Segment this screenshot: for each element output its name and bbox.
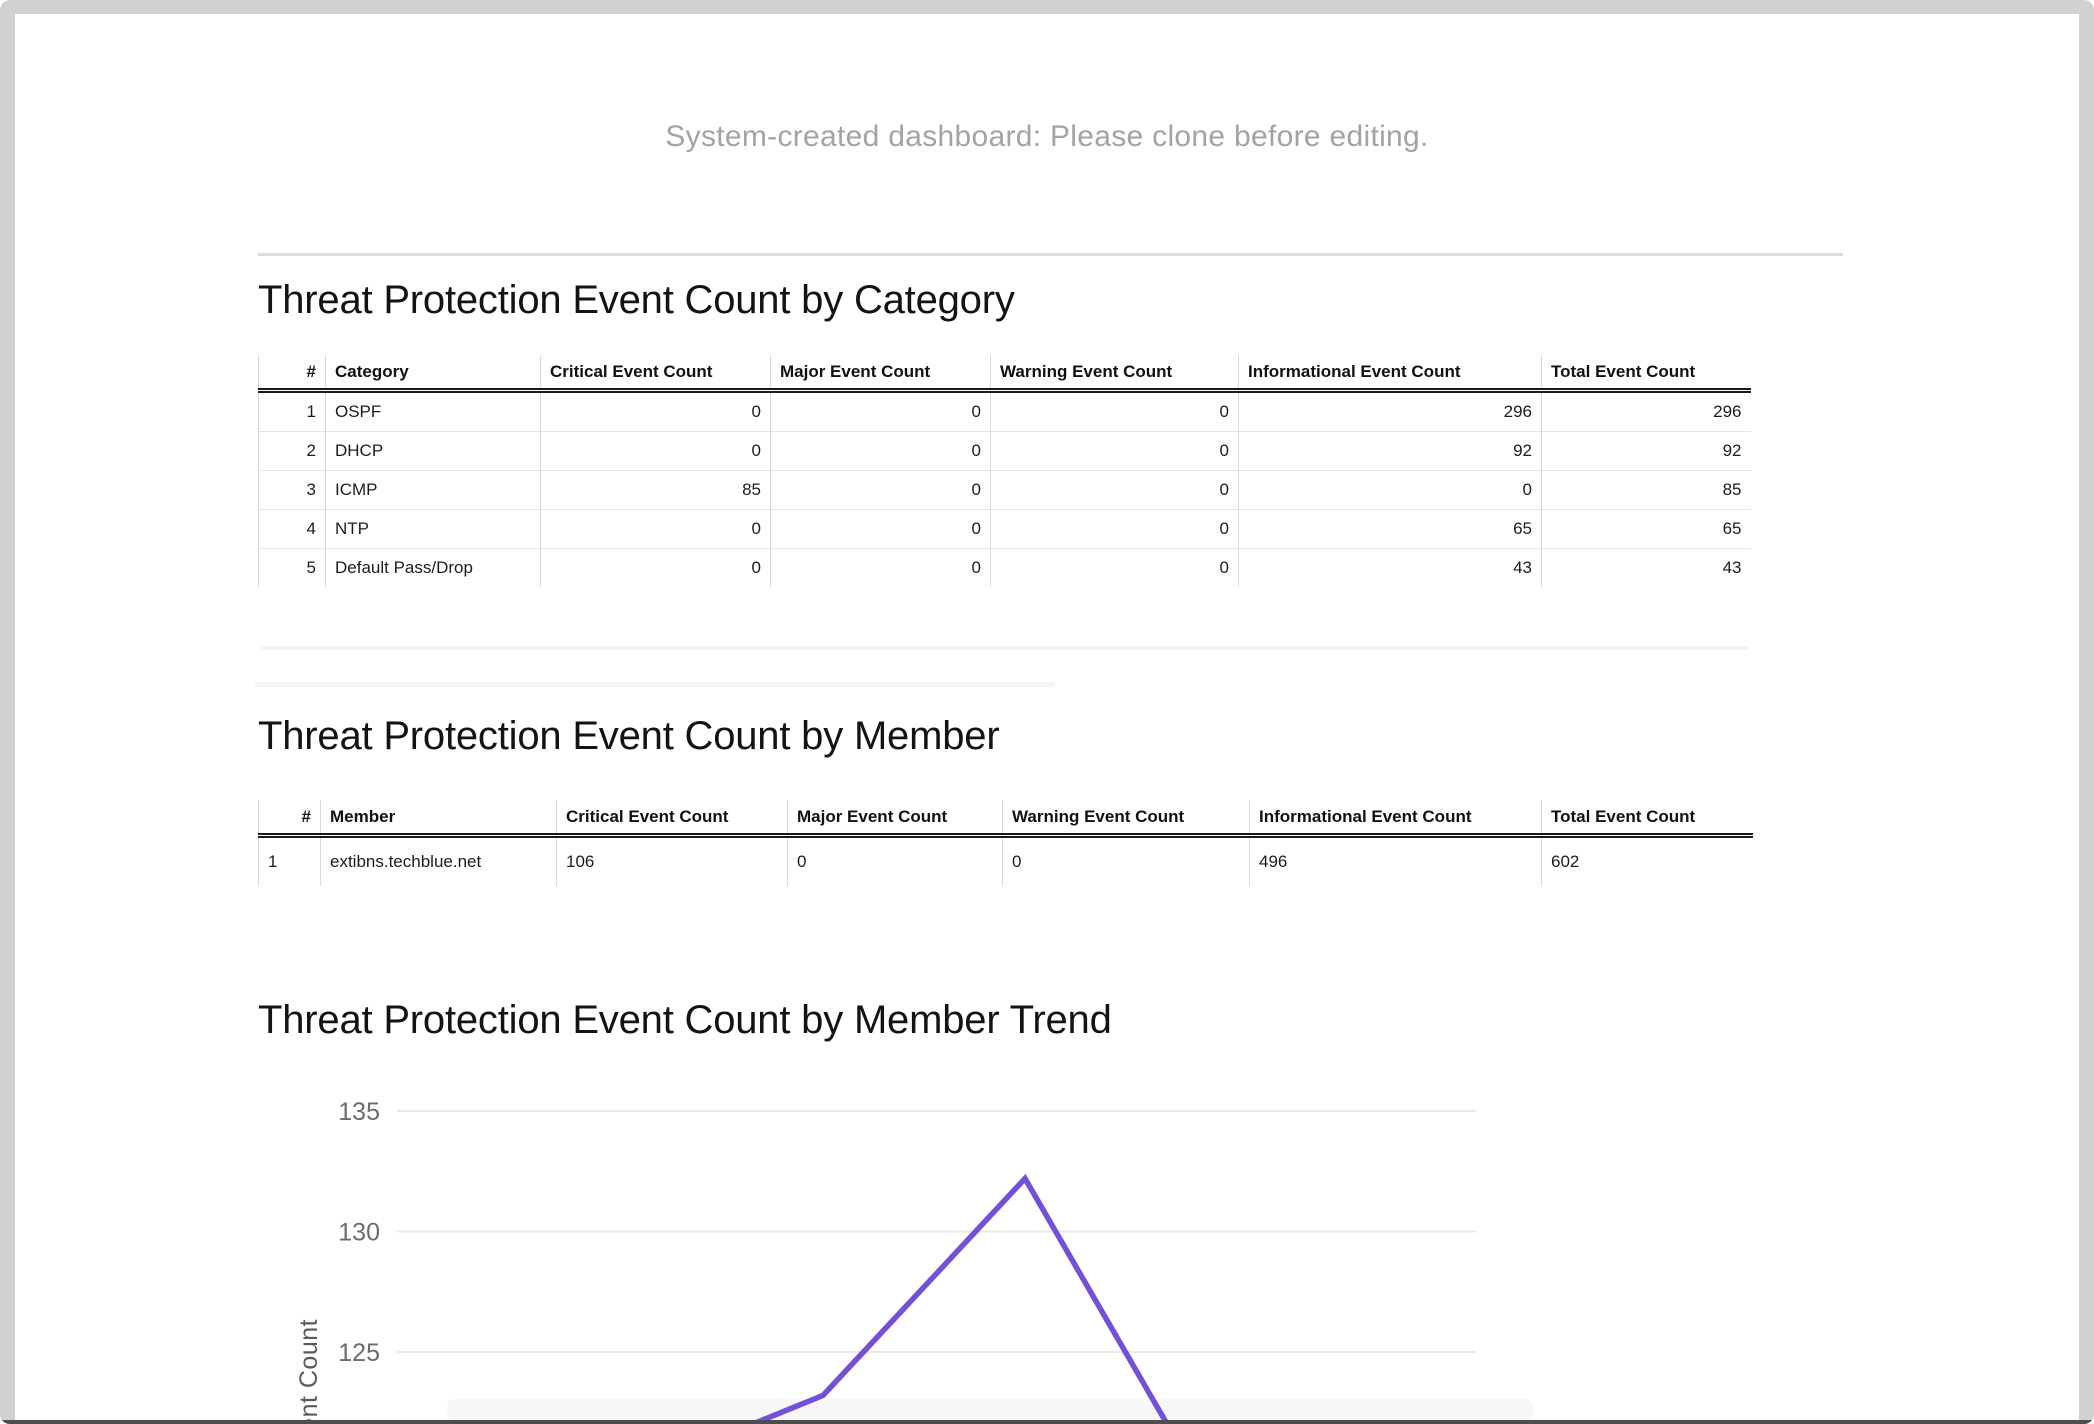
column-header: Member bbox=[321, 800, 557, 836]
table-cell: 92 bbox=[1542, 432, 1751, 471]
table-cell: 0 bbox=[771, 391, 991, 432]
table-cell: 43 bbox=[1542, 549, 1751, 588]
table-cell: 0 bbox=[541, 432, 771, 471]
column-header: Warning Event Count bbox=[1003, 800, 1250, 836]
table-cell: 0 bbox=[771, 549, 991, 588]
table-cell: 0 bbox=[991, 471, 1239, 510]
table-cell: 106 bbox=[557, 836, 788, 887]
table-cell: 0 bbox=[541, 391, 771, 432]
table-row: 1extibns.techblue.net10600496602 bbox=[259, 836, 1753, 887]
y-axis-label: Event Count bbox=[295, 1319, 323, 1424]
member-header-row: #MemberCritical Event CountMajor Event C… bbox=[259, 800, 1753, 836]
column-header: Informational Event Count bbox=[1250, 800, 1542, 836]
system-banner: System-created dashboard: Please clone b… bbox=[0, 120, 2094, 154]
table-cell: 0 bbox=[1239, 471, 1542, 510]
column-header: Total Event Count bbox=[1542, 800, 1753, 836]
table-cell: 2 bbox=[259, 432, 326, 471]
category-table: #CategoryCritical Event CountMajor Event… bbox=[258, 355, 1751, 587]
column-header: Critical Event Count bbox=[541, 355, 771, 391]
table-cell: 296 bbox=[1239, 391, 1542, 432]
column-header: Major Event Count bbox=[788, 800, 1003, 836]
table-cell: ICMP bbox=[326, 471, 541, 510]
table-cell: 65 bbox=[1542, 510, 1751, 549]
table-cell: 0 bbox=[771, 471, 991, 510]
trend-section-title: Threat Protection Event Count by Member … bbox=[258, 998, 1112, 1043]
table-cell: 0 bbox=[991, 432, 1239, 471]
table-cell: 3 bbox=[259, 471, 326, 510]
bottom-edge-bar bbox=[0, 1420, 2094, 1424]
table-row: 5Default Pass/Drop0004343 bbox=[259, 549, 1751, 588]
table-cell: 0 bbox=[788, 836, 1003, 887]
column-header: # bbox=[259, 355, 326, 391]
axis-hover-band bbox=[447, 1399, 1533, 1420]
table-cell: 43 bbox=[1239, 549, 1542, 588]
category-table-body: 1OSPF0002962962DHCP00092923ICMP85000854N… bbox=[259, 391, 1751, 588]
table-row: 4NTP0006565 bbox=[259, 510, 1751, 549]
column-header: Warning Event Count bbox=[991, 355, 1239, 391]
table-cell: 85 bbox=[1542, 471, 1751, 510]
y-tick-label: 125 bbox=[338, 1339, 380, 1367]
y-tick-label: 130 bbox=[338, 1218, 380, 1246]
column-header: Major Event Count bbox=[771, 355, 991, 391]
table-cell: 0 bbox=[1003, 836, 1250, 887]
table-row: 2DHCP0009292 bbox=[259, 432, 1751, 471]
table-cell: 1 bbox=[259, 836, 321, 887]
member-section-title: Threat Protection Event Count by Member bbox=[258, 714, 999, 759]
table-cell: 1 bbox=[259, 391, 326, 432]
table-cell: OSPF bbox=[326, 391, 541, 432]
table-cell: 496 bbox=[1250, 836, 1542, 887]
table-cell: NTP bbox=[326, 510, 541, 549]
screenshot-frame: System-created dashboard: Please clone b… bbox=[0, 0, 2094, 1424]
table-cell: Default Pass/Drop bbox=[326, 549, 541, 588]
table-cell: 602 bbox=[1542, 836, 1753, 887]
table-cell: 0 bbox=[771, 510, 991, 549]
trend-chart[interactable]: 135 130 125 Event Count bbox=[0, 1050, 2094, 1424]
column-header: Informational Event Count bbox=[1239, 355, 1542, 391]
table-cell: 0 bbox=[991, 510, 1239, 549]
category-section-title: Threat Protection Event Count by Categor… bbox=[258, 278, 1015, 323]
table-cell: 296 bbox=[1542, 391, 1751, 432]
trend-line[interactable] bbox=[752, 1179, 1170, 1424]
table-row: 1OSPF000296296 bbox=[259, 391, 1751, 432]
table-cell: 85 bbox=[541, 471, 771, 510]
column-header: # bbox=[259, 800, 321, 836]
table-cell: DHCP bbox=[326, 432, 541, 471]
category-header-row: #CategoryCritical Event CountMajor Event… bbox=[259, 355, 1751, 391]
table-cell: extibns.techblue.net bbox=[321, 836, 557, 887]
table-cell: 0 bbox=[991, 549, 1239, 588]
table-cell: 65 bbox=[1239, 510, 1542, 549]
section-divider bbox=[258, 253, 1843, 256]
table-cell: 4 bbox=[259, 510, 326, 549]
column-header: Total Event Count bbox=[1542, 355, 1751, 391]
table-cell: 0 bbox=[771, 432, 991, 471]
table-row: 3ICMP8500085 bbox=[259, 471, 1751, 510]
member-table: #MemberCritical Event CountMajor Event C… bbox=[258, 800, 1753, 886]
table-cell: 5 bbox=[259, 549, 326, 588]
table-cell: 92 bbox=[1239, 432, 1542, 471]
y-tick-label: 135 bbox=[338, 1098, 380, 1126]
table-cell: 0 bbox=[991, 391, 1239, 432]
column-header: Category bbox=[326, 355, 541, 391]
member-table-body: 1extibns.techblue.net10600496602 bbox=[259, 836, 1753, 887]
column-header: Critical Event Count bbox=[557, 800, 788, 836]
table-cell: 0 bbox=[541, 549, 771, 588]
table-cell: 0 bbox=[541, 510, 771, 549]
